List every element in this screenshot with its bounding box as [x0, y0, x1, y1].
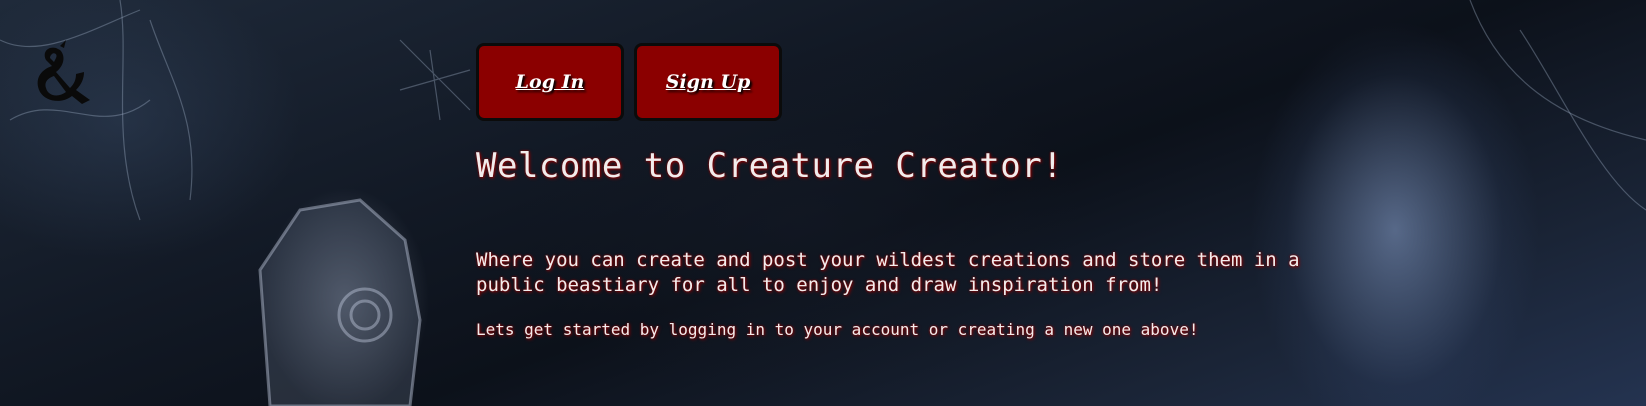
login-button[interactable]: Log In	[476, 43, 624, 121]
background-art	[0, 0, 1646, 406]
page-title: Welcome to Creature Creator!	[476, 146, 1064, 186]
getting-started-text: Lets get started by logging in to your a…	[476, 320, 1199, 339]
signup-button[interactable]: Sign Up	[634, 43, 782, 121]
auth-buttons: Log In Sign Up	[476, 43, 782, 121]
intro-text: Where you can create and post your wilde…	[476, 249, 1300, 296]
logo[interactable]	[26, 40, 96, 110]
ampersand-dragon-icon	[37, 40, 90, 104]
